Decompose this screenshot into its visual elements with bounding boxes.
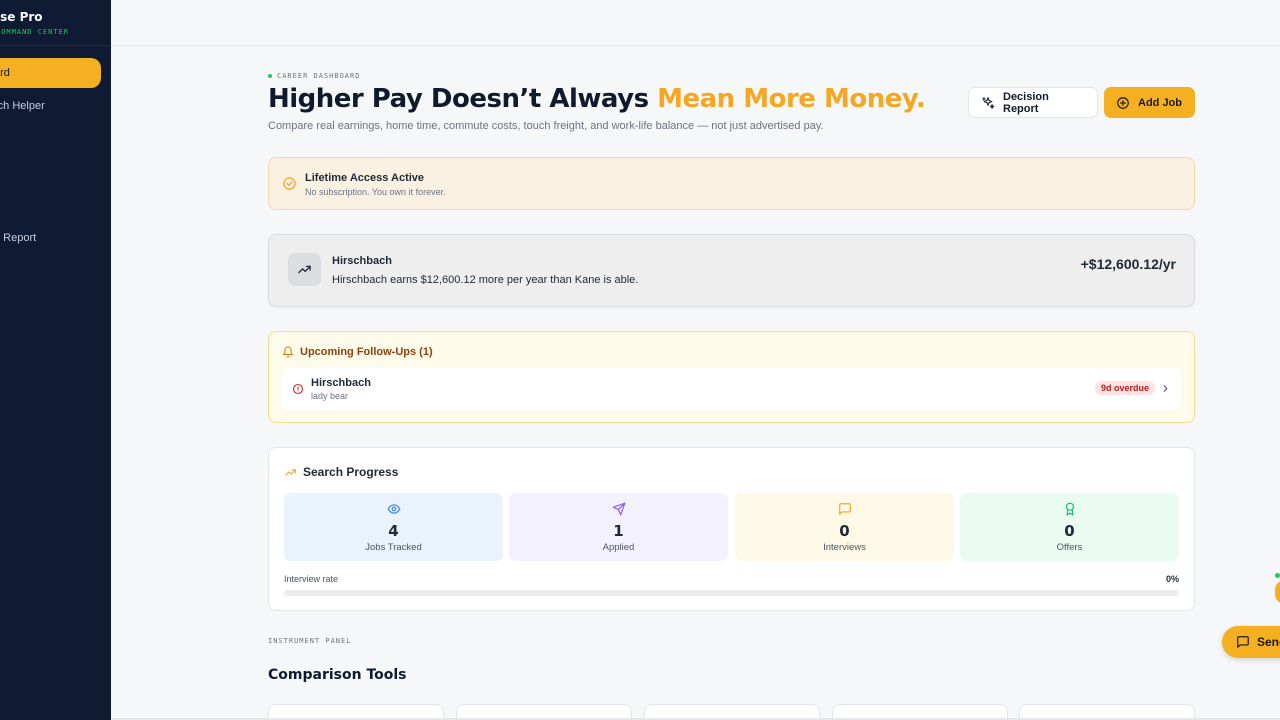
sidebar-item-3[interactable]: s	[0, 124, 101, 154]
followup-name: Hirschbach	[311, 377, 371, 389]
headline-accent: Mean More Money.	[657, 84, 926, 114]
eyebrow-label: CAREER DASHBOARD	[277, 72, 361, 80]
topbar-divider	[111, 45, 1280, 46]
stat-jobs-tracked: 4 Jobs Tracked	[284, 493, 503, 561]
page-eyebrow: CAREER DASHBOARD	[268, 72, 360, 80]
followups-card: Upcoming Follow-Ups (1) Hirschbach lady …	[268, 331, 1195, 423]
trending-up-icon	[298, 265, 311, 274]
status-dot	[268, 74, 272, 78]
sidebar-item-4[interactable]: p	[0, 157, 101, 187]
brand-name: ise Pro	[0, 10, 43, 24]
followups-title: Upcoming Follow-Ups (1)	[300, 346, 433, 358]
decision-report-label: Decision Report	[1003, 90, 1049, 115]
stat-offers: 0 Offers	[960, 493, 1179, 561]
stat-label: Offers	[1056, 542, 1083, 553]
message-icon	[838, 503, 851, 515]
send-icon	[612, 502, 625, 516]
sparkles-icon	[982, 96, 995, 109]
sidebar-item-label: n Report	[0, 232, 37, 244]
chevron-right-icon	[1163, 385, 1168, 392]
search-progress-card: Search Progress 4 Jobs Tracked 1 Applied…	[268, 447, 1195, 611]
eye-icon	[387, 504, 400, 514]
sidebar-item-5[interactable]	[0, 190, 101, 220]
interview-rate-value: 0%	[1165, 574, 1179, 584]
sidebar-item-label: ard	[0, 67, 10, 79]
message-square-icon	[1237, 636, 1249, 648]
alert-circle-icon	[292, 383, 304, 395]
check-circle-icon	[283, 177, 296, 190]
page-subtitle: Compare real earnings, home time, commut…	[268, 120, 824, 132]
online-indicator	[1275, 573, 1280, 578]
sidebar-item-dashboard[interactable]: ard	[0, 58, 101, 88]
overdue-badge: 9d overdue	[1094, 381, 1155, 395]
earnings-amount: +$12,600.12/yr	[1080, 256, 1176, 272]
decision-report-button[interactable]: Decision Report	[968, 87, 1098, 118]
stat-value: 4	[388, 522, 399, 540]
stat-value: 1	[613, 522, 624, 540]
lifetime-access-banner: Lifetime Access Active No subscription. …	[268, 157, 1195, 210]
sidebar-item-label: rch Helper	[0, 100, 45, 112]
add-job-button[interactable]: Add Job	[1104, 87, 1195, 118]
brand[interactable]: ise Pro COMMAND CENTER	[0, 10, 69, 36]
access-description: No subscription. You own it forever.	[305, 187, 446, 197]
trending-up-icon	[285, 468, 296, 476]
send-feedback-button[interactable]: Send	[1222, 626, 1280, 658]
plus-circle-icon	[1117, 96, 1129, 109]
stat-interviews: 0 Interviews	[735, 493, 954, 561]
access-title: Lifetime Access Active	[305, 172, 425, 184]
sidebar-item-search-helper[interactable]: rch Helper	[0, 91, 101, 121]
bell-icon	[283, 346, 293, 358]
floating-action-button[interactable]	[1275, 580, 1280, 604]
comparison-tools-title: Comparison Tools	[268, 667, 407, 683]
page-title: Higher Pay Doesn’t Always Mean More Mone…	[268, 84, 926, 114]
headline-main: Higher Pay Doesn’t Always	[268, 84, 658, 114]
stat-value: 0	[839, 522, 850, 540]
brand-subtitle: COMMAND CENTER	[0, 28, 70, 36]
interview-rate-label: Interview rate	[284, 574, 339, 584]
followup-note: lady bear	[311, 391, 349, 401]
instrument-panel-eyebrow: INSTRUMENT PANEL	[268, 637, 352, 645]
sidebar-item-7[interactable]: s	[0, 256, 101, 286]
earnings-description: Hirschbach earns $12,600.12 more per yea…	[332, 274, 639, 286]
trending-up-icon-box	[288, 253, 321, 286]
stat-applied: 1 Applied	[509, 493, 728, 561]
sidebar-item-decision-report[interactable]: n Report	[0, 223, 101, 253]
followup-item[interactable]: Hirschbach lady bear 9d overdue	[282, 368, 1181, 410]
followups-header: Upcoming Follow-Ups (1)	[282, 346, 433, 358]
earnings-job-name: Hirschbach	[332, 255, 392, 267]
add-job-label: Add Job	[1138, 96, 1182, 109]
interview-rate-bar	[284, 590, 1179, 596]
stat-label: Jobs Tracked	[365, 542, 422, 553]
earnings-comparison-card[interactable]: Hirschbach Hirschbach earns $12,600.12 m…	[268, 234, 1195, 307]
stat-label: Applied	[602, 542, 635, 553]
search-progress-header: Search Progress	[284, 465, 398, 479]
send-label: Send	[1257, 635, 1280, 649]
award-icon	[1065, 502, 1074, 516]
sidebar: ise Pro COMMAND CENTER ard rch Helper s …	[0, 0, 111, 720]
sidebar-divider	[0, 45, 111, 46]
search-progress-title: Search Progress	[303, 465, 399, 479]
stat-label: Interviews	[823, 542, 866, 553]
stat-value: 0	[1064, 522, 1075, 540]
